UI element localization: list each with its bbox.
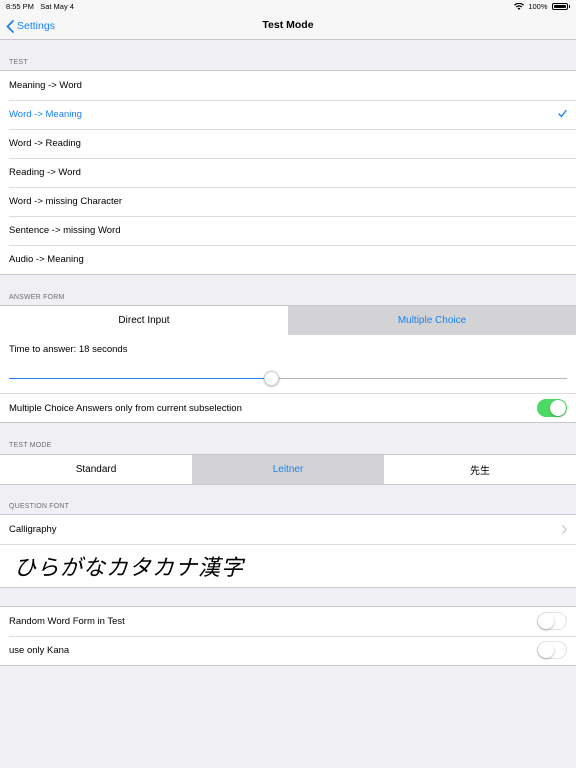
toggle-knob — [550, 400, 566, 416]
test-option-word-missing-character[interactable]: Word -> missing Character — [0, 187, 576, 216]
random-word-form-row: Random Word Form in Test — [0, 607, 576, 636]
test-option-word-reading[interactable]: Word -> Reading — [0, 129, 576, 158]
section-header-answer-form: ANSWER FORM — [9, 294, 65, 301]
subselection-label: Multiple Choice Answers only from curren… — [9, 402, 242, 414]
segment-leitner[interactable]: Leitner — [192, 455, 384, 484]
segment-multiple-choice[interactable]: Multiple Choice — [288, 306, 576, 335]
status-right: 100% — [514, 2, 570, 11]
font-preview: ひらがなカタカナ漢字 — [0, 544, 576, 587]
page-title: Test Mode — [262, 19, 314, 31]
test-option-label: Sentence -> missing Word — [9, 225, 121, 236]
test-option-label: Word -> missing Character — [9, 196, 123, 207]
test-option-label: Reading -> Word — [9, 167, 81, 178]
status-time: 8:55 PM Sat May 4 — [6, 2, 74, 11]
segment-direct-input[interactable]: Direct Input — [0, 306, 288, 335]
random-word-form-label: Random Word Form in Test — [9, 616, 125, 627]
test-option-label: Word -> Meaning — [9, 109, 82, 120]
section-header-test-mode: TEST MODE — [9, 442, 52, 449]
answer-form-group: Direct Input Multiple Choice Time to ans… — [0, 305, 576, 423]
toggle-knob — [538, 613, 554, 629]
battery-tip — [568, 5, 570, 8]
subselection-row: Multiple Choice Answers only from curren… — [0, 393, 576, 422]
time-to-answer-row: Time to answer: 18 seconds — [0, 335, 576, 364]
subselection-toggle[interactable] — [537, 399, 567, 417]
only-kana-row: use only Kana — [0, 636, 576, 665]
section-header-test: TEST — [9, 59, 28, 66]
font-name-label: Calligraphy — [9, 524, 57, 535]
navigation-bar: Settings Test Mode — [0, 12, 576, 40]
slider-thumb[interactable] — [263, 371, 279, 386]
test-option-audio-meaning[interactable]: Audio -> Meaning — [0, 245, 576, 274]
test-option-reading-word[interactable]: Reading -> Word — [0, 158, 576, 187]
only-kana-label: use only Kana — [9, 645, 70, 656]
time-slider[interactable] — [0, 364, 576, 393]
section-header-question-font: QUESTION FONT — [9, 503, 70, 510]
battery-percent: 100% — [528, 2, 548, 11]
test-option-label: Meaning -> Word — [9, 80, 82, 91]
test-option-label: Audio -> Meaning — [9, 254, 84, 265]
test-option-word-meaning[interactable]: Word -> Meaning — [0, 100, 576, 129]
toggle-knob — [538, 642, 554, 658]
test-option-label: Word -> Reading — [9, 138, 81, 149]
time-to-answer-label: Time to answer: 18 seconds — [9, 344, 128, 355]
slider-track-empty — [271, 378, 567, 379]
wifi-icon — [514, 3, 525, 10]
question-font-group: Calligraphy ひらがなカタカナ漢字 — [0, 514, 576, 588]
random-word-form-toggle[interactable] — [537, 612, 567, 630]
segment-sensei[interactable]: 先生 — [384, 455, 576, 484]
font-selector-row[interactable]: Calligraphy — [0, 515, 576, 544]
only-kana-toggle[interactable] — [537, 641, 567, 659]
misc-toggles-group: Random Word Form in Test use only Kana — [0, 606, 576, 666]
test-list: Meaning -> Word Word -> Meaning Word -> … — [0, 70, 576, 275]
battery-icon — [551, 3, 568, 10]
segment-standard[interactable]: Standard — [0, 455, 192, 484]
chevron-right-icon — [562, 525, 567, 534]
test-mode-group: Standard Leitner 先生 — [0, 454, 576, 485]
answer-form-segmented-control: Direct Input Multiple Choice — [0, 306, 576, 335]
slider-track-filled — [9, 378, 272, 379]
test-option-sentence-missing-word[interactable]: Sentence -> missing Word — [0, 216, 576, 245]
test-mode-segmented-control: Standard Leitner 先生 — [0, 455, 576, 484]
checkmark-icon — [558, 109, 567, 118]
test-option-meaning-word[interactable]: Meaning -> Word — [0, 71, 576, 100]
status-bar: 8:55 PM Sat May 4 100% — [0, 0, 576, 12]
